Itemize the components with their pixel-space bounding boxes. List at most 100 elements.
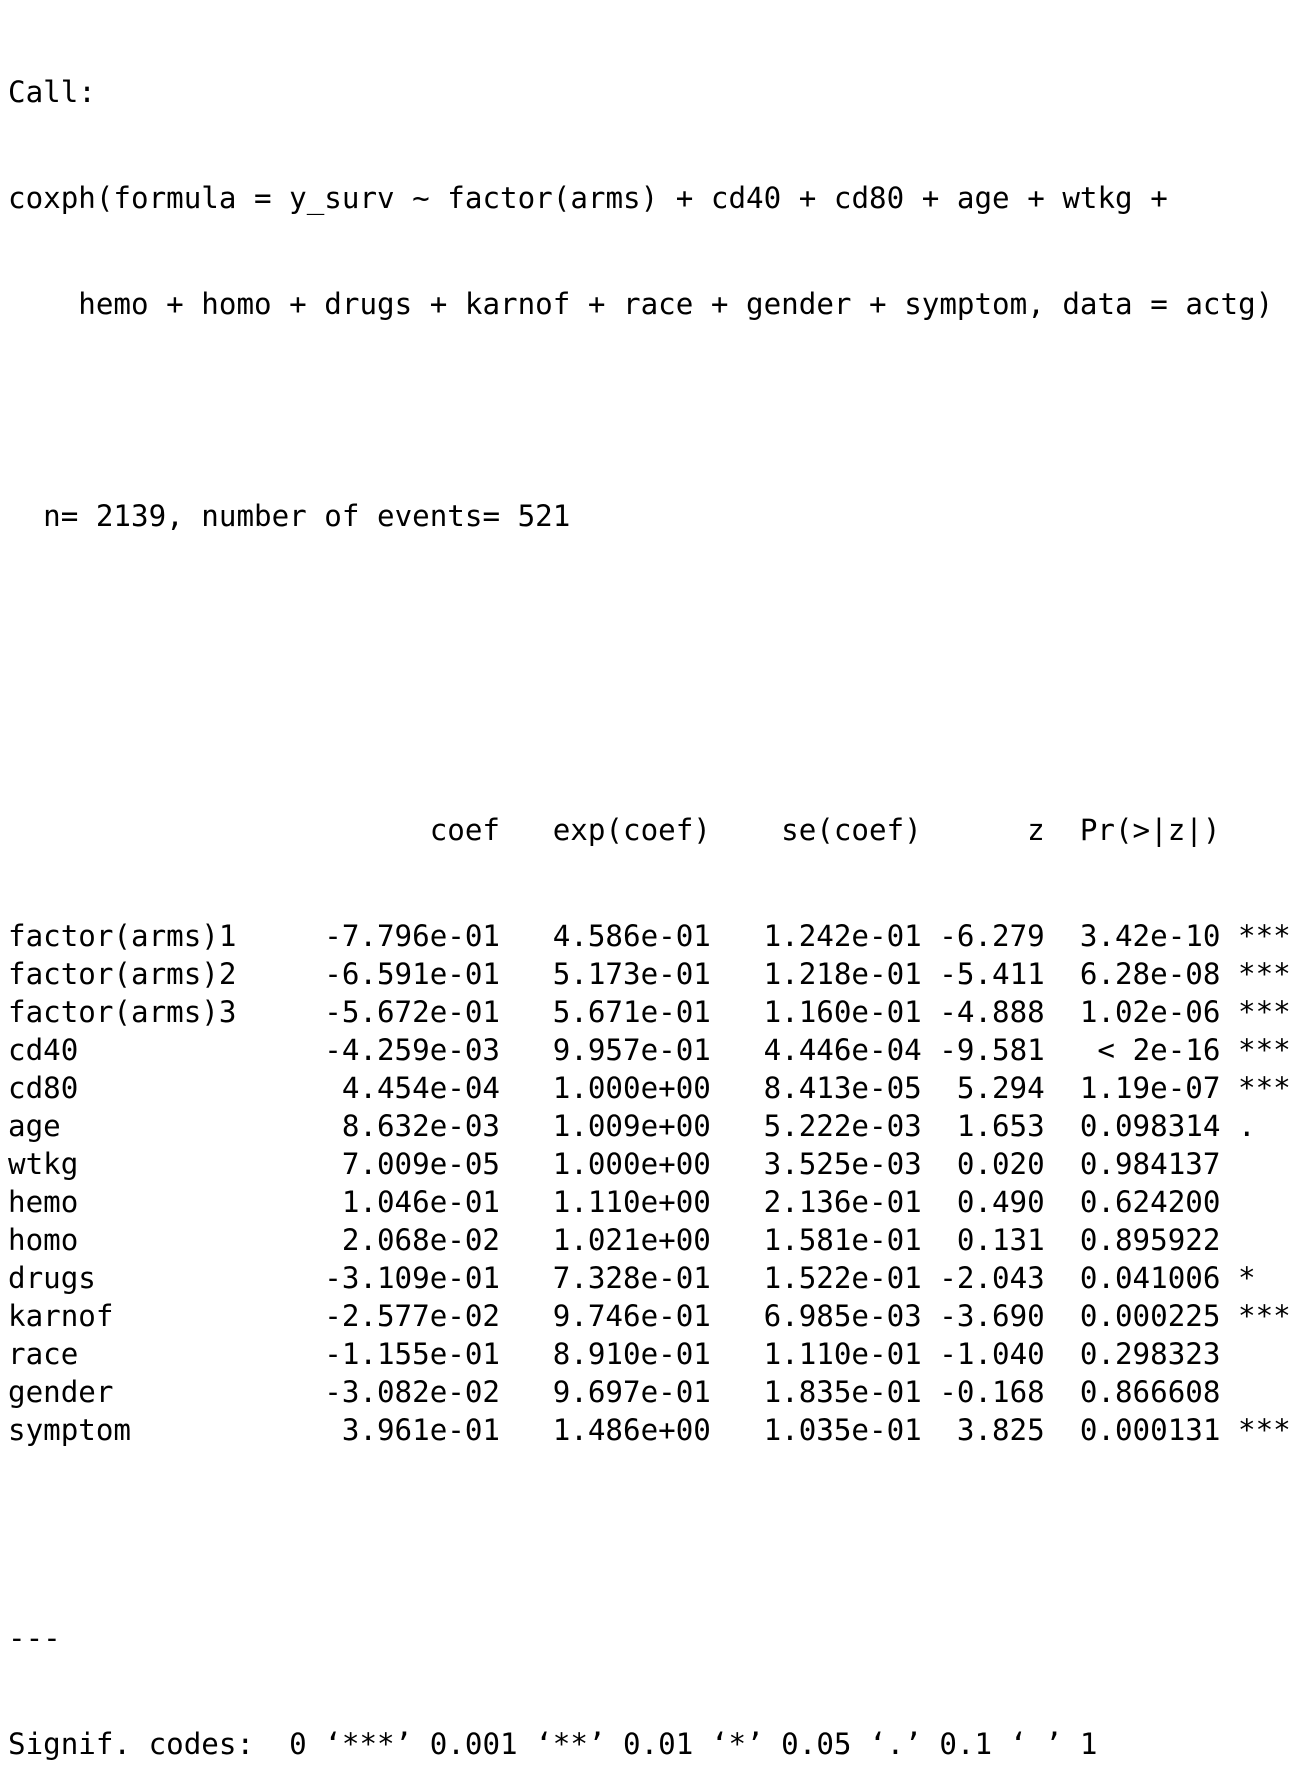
row-p-value: 0.984137: [1079, 1147, 1221, 1181]
row-name: symptom: [8, 1413, 132, 1447]
row-name: drugs: [8, 1261, 96, 1295]
row-name: factor(arms)3: [8, 995, 237, 1029]
row-exp-coef: 1.009e+00: [552, 1109, 711, 1143]
row-p-value: 0.098314: [1079, 1109, 1221, 1143]
row-signif-stars: *: [1238, 1261, 1256, 1295]
row-exp-coef: 1.021e+00: [552, 1223, 711, 1257]
table-row: homo 2.068e-02 1.021e+00 1.581e-01 0.131 0.89…: [8, 1221, 1300, 1259]
table-row: race -1.155e-01 8.910e-01 1.110e-01 -1.040 0.…: [8, 1335, 1300, 1373]
signif-codes-legend: Signif. codes: 0 ‘***’ 0.001 ‘**’ 0.01 ‘…: [8, 1727, 1098, 1761]
row-coef: 8.632e-03: [341, 1109, 500, 1143]
row-se-coef: 3.525e-03: [763, 1147, 922, 1181]
row-z: 1.653: [956, 1109, 1045, 1143]
table-row: age 8.632e-03 1.009e+00 5.222e-03 1.653 0.098…: [8, 1107, 1300, 1145]
row-name: gender: [8, 1375, 114, 1409]
table-row: factor(arms)2 -6.591e-01 5.173e-01 1.218e-0…: [8, 955, 1300, 993]
row-signif-stars: ***: [1238, 1413, 1291, 1447]
row-signif-stars: ***: [1238, 1033, 1291, 1067]
row-se-coef: 1.110e-01: [763, 1337, 922, 1371]
row-exp-coef: 9.746e-01: [552, 1299, 711, 1333]
row-se-coef: 6.985e-03: [763, 1299, 922, 1333]
row-coef: 7.009e-05: [341, 1147, 500, 1181]
row-p-value: < 2e-16: [1097, 1033, 1221, 1067]
row-p-value: 0.895922: [1079, 1223, 1221, 1257]
header-p-value: Pr(>|z|): [1079, 813, 1221, 847]
call-formula-line-1: coxph(formula = y_surv ~ factor(arms) + …: [8, 181, 1168, 215]
row-se-coef: 5.222e-03: [763, 1109, 922, 1143]
row-exp-coef: 1.486e+00: [552, 1413, 711, 1447]
row-signif-stars: ***: [1238, 957, 1291, 991]
call-label: Call:: [8, 75, 96, 109]
coefficient-table: coef exp(coef) se(coef) z Pr(>|z|) factor(ar…: [8, 743, 1300, 1517]
separator-line: ---: [8, 1621, 61, 1655]
row-coef: -3.082e-02: [324, 1375, 500, 1409]
row-name: race: [8, 1337, 79, 1371]
events-summary: n= 2139, number of events= 521: [8, 499, 571, 533]
row-coef: -1.155e-01: [324, 1337, 500, 1371]
row-se-coef: 1.581e-01: [763, 1223, 922, 1257]
row-z: -9.581: [939, 1033, 1045, 1067]
call-formula-line-2: hemo + homo + drugs + karnof + race + ge…: [8, 287, 1274, 321]
row-coef: 3.961e-01: [341, 1413, 500, 1447]
row-z: -2.043: [939, 1261, 1045, 1295]
row-p-value: 3.42e-10: [1079, 919, 1221, 953]
row-exp-coef: 9.957e-01: [552, 1033, 711, 1067]
row-p-value: 6.28e-08: [1079, 957, 1221, 991]
row-p-value: 1.19e-07: [1079, 1071, 1221, 1105]
row-se-coef: 2.136e-01: [763, 1185, 922, 1219]
row-z: 0.131: [956, 1223, 1045, 1257]
table-row: cd40 -4.259e-03 9.957e-01 4.446e-04 -9.581 < …: [8, 1031, 1300, 1069]
row-se-coef: 1.035e-01: [763, 1413, 922, 1447]
row-se-coef: 8.413e-05: [763, 1071, 922, 1105]
row-se-coef: 1.160e-01: [763, 995, 922, 1029]
r-console-output: Call: coxph(formula = y_surv ~ factor(ar…: [8, 5, 1300, 1776]
row-coef: -5.672e-01: [324, 995, 500, 1029]
row-exp-coef: 8.910e-01: [552, 1337, 711, 1371]
row-z: -1.040: [939, 1337, 1045, 1371]
row-name: wtkg: [8, 1147, 79, 1181]
table-row: symptom 3.961e-01 1.486e+00 1.035e-01 3.825 0…: [8, 1411, 1300, 1449]
row-z: 3.825: [956, 1413, 1045, 1447]
row-coef: -4.259e-03: [324, 1033, 500, 1067]
row-name: factor(arms)1: [8, 919, 237, 953]
row-name: cd40: [8, 1033, 79, 1067]
row-exp-coef: 9.697e-01: [552, 1375, 711, 1409]
table-row: wtkg 7.009e-05 1.000e+00 3.525e-03 0.020 0.98…: [8, 1145, 1300, 1183]
row-coef: -3.109e-01: [324, 1261, 500, 1295]
row-se-coef: 1.218e-01: [763, 957, 922, 991]
table-row: hemo 1.046e-01 1.110e+00 2.136e-01 0.490 0.62…: [8, 1183, 1300, 1221]
row-p-value: 0.041006: [1079, 1261, 1221, 1295]
row-name: cd80: [8, 1071, 79, 1105]
row-exp-coef: 5.173e-01: [552, 957, 711, 991]
row-p-value: 0.298323: [1079, 1337, 1221, 1371]
row-exp-coef: 4.586e-01: [552, 919, 711, 953]
table-header-row: coef exp(coef) se(coef) z Pr(>|z|): [8, 811, 1300, 849]
row-exp-coef: 7.328e-01: [552, 1261, 711, 1295]
row-z: -3.690: [939, 1299, 1045, 1333]
row-p-value: 0.624200: [1079, 1185, 1221, 1219]
row-coef: -7.796e-01: [324, 919, 500, 953]
row-z: 0.020: [956, 1147, 1045, 1181]
row-coef: -2.577e-02: [324, 1299, 500, 1333]
row-signif-stars: ***: [1238, 995, 1291, 1029]
row-signif-stars: ***: [1238, 919, 1291, 953]
row-p-value: 0.000131: [1079, 1413, 1221, 1447]
table-body: factor(arms)1 -7.796e-01 4.586e-01 1.242e-0…: [8, 917, 1300, 1449]
header-se-coef: se(coef): [781, 813, 922, 847]
row-z: -5.411: [939, 957, 1045, 991]
row-signif-stars: .: [1238, 1109, 1256, 1143]
row-signif-stars: ***: [1238, 1299, 1291, 1333]
row-name: hemo: [8, 1185, 79, 1219]
row-p-value: 0.866608: [1079, 1375, 1221, 1409]
row-se-coef: 1.522e-01: [763, 1261, 922, 1295]
row-exp-coef: 1.000e+00: [552, 1147, 711, 1181]
row-exp-coef: 1.110e+00: [552, 1185, 711, 1219]
table-row: factor(arms)1 -7.796e-01 4.586e-01 1.242e-0…: [8, 917, 1300, 955]
table-row: drugs -3.109e-01 7.328e-01 1.522e-01 -2.043 0…: [8, 1259, 1300, 1297]
row-coef: 4.454e-04: [341, 1071, 500, 1105]
row-z: -4.888: [939, 995, 1045, 1029]
row-signif-stars: ***: [1238, 1071, 1291, 1105]
table-row: factor(arms)3 -5.672e-01 5.671e-01 1.160e-0…: [8, 993, 1300, 1031]
